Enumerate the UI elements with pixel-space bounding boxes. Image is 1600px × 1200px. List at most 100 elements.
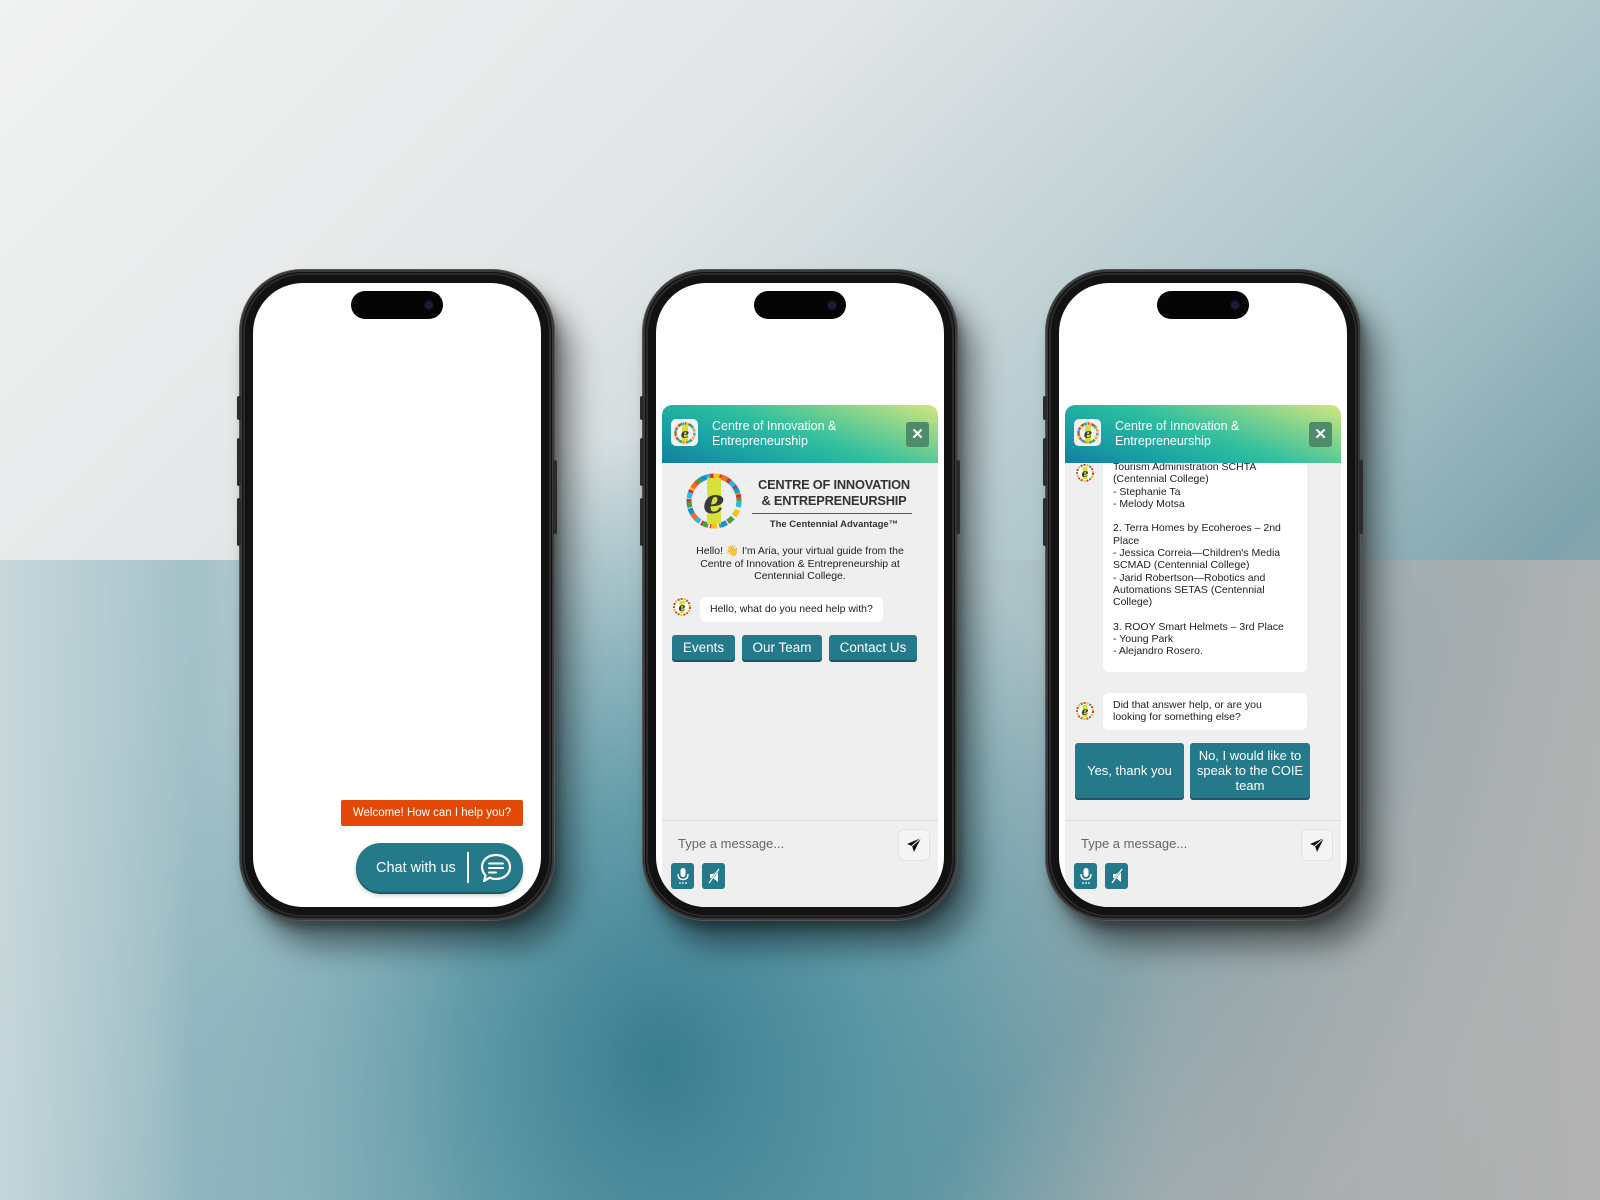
volume-up-button xyxy=(237,438,241,486)
action-button xyxy=(640,396,644,420)
phone-screen: Welcome! How can I help you? Chat with u… xyxy=(253,283,541,907)
quick-replies: Yes, thank you No, I would like to speak… xyxy=(1075,743,1310,798)
welcome-banner[interactable]: Welcome! How can I help you? xyxy=(341,800,523,826)
answer-line xyxy=(1113,609,1297,621)
chat-body: e CENTRE OF INNOVATION & ENTREPRENEURSHI… xyxy=(662,463,938,821)
chat-bubble-icon xyxy=(480,853,511,882)
message-input[interactable] xyxy=(678,833,878,853)
bot-message-bubble: Hello, what do you need help with? xyxy=(700,597,883,622)
speaker-muted-icon xyxy=(1110,868,1123,884)
microphone-button[interactable] xyxy=(671,863,694,889)
answer-line: - Jarid Robertson—Robotics and xyxy=(1113,571,1266,584)
dynamic-island xyxy=(754,291,846,319)
svg-text:e: e xyxy=(703,482,725,522)
mute-button[interactable] xyxy=(702,863,725,889)
coie-logo-icon: e xyxy=(1074,419,1101,446)
answer-line: Automations SETAS (Centennial xyxy=(1113,583,1265,596)
volume-down-button xyxy=(1043,498,1047,546)
action-button xyxy=(237,396,241,420)
answer-line: Tourism Administration SCHTA xyxy=(1113,463,1257,473)
quick-reply-contact-us[interactable]: Contact Us xyxy=(829,635,917,660)
answer-text: Tourism Administration SCHTA (Centennial … xyxy=(1113,463,1297,658)
answer-line: 2. Terra Homes by Ecoheroes – 2nd xyxy=(1113,522,1281,535)
close-button[interactable]: ✕ xyxy=(1309,422,1332,447)
paper-plane-icon xyxy=(907,837,922,852)
brand-name: CENTRE OF INNOVATION & ENTREPRENEURSHIP xyxy=(758,477,910,508)
camera-icon xyxy=(425,301,433,309)
coie-logo-mark: e xyxy=(673,421,696,444)
brand-tagline: The Centennial Advantage™ xyxy=(769,519,899,530)
chat-header: e Centre of Innovation & Entrepreneurshi… xyxy=(1065,405,1341,463)
microphone-icon xyxy=(676,868,689,884)
chat-header: e Centre of Innovation & Entrepreneurshi… xyxy=(662,405,938,463)
answer-line: College) xyxy=(1113,596,1153,609)
chat-with-us-button[interactable]: Chat with us xyxy=(356,843,523,892)
answer-line: Place xyxy=(1113,534,1140,547)
quick-reply-our-team[interactable]: Our Team xyxy=(742,635,822,660)
answer-line: SCMAD (Centennial College) xyxy=(1113,559,1250,572)
microphone-button[interactable] xyxy=(1074,863,1097,889)
quick-reply-yes[interactable]: Yes, thank you xyxy=(1075,743,1184,798)
dynamic-island xyxy=(1157,291,1249,319)
power-button xyxy=(956,460,960,534)
svg-text:e: e xyxy=(1082,705,1089,718)
bot-avatar-icon: e xyxy=(1075,701,1095,721)
chat-composer xyxy=(662,820,938,907)
phone-answer-chat: e Centre of Innovation & Entrepreneurshi… xyxy=(1043,270,1363,920)
camera-icon xyxy=(828,301,836,309)
quick-replies: Events Our Team Contact Us xyxy=(672,635,917,660)
mute-button[interactable] xyxy=(1105,863,1128,889)
svg-text:e: e xyxy=(679,601,686,614)
bot-followup-row: e Did that answer help, or are you looki… xyxy=(1075,693,1331,730)
quick-reply-events[interactable]: Events xyxy=(672,635,735,660)
brand-divider xyxy=(752,513,912,514)
chat-title: Centre of Innovation & Entrepreneurship xyxy=(712,419,837,448)
answer-line: - Young Park xyxy=(1113,633,1174,646)
power-button xyxy=(553,460,557,534)
chat-composer xyxy=(1065,820,1341,907)
phone-welcome-chat: e Centre of Innovation & Entrepreneurshi… xyxy=(640,270,960,920)
close-button[interactable]: ✕ xyxy=(906,422,929,447)
answer-line: - Stephanie Ta xyxy=(1113,485,1181,498)
paper-plane-icon xyxy=(1310,837,1325,852)
chat-button-label: Chat with us xyxy=(376,859,456,876)
action-button xyxy=(1043,396,1047,420)
svg-text:e: e xyxy=(1082,467,1089,480)
phone-screen: e Centre of Innovation & Entrepreneurshi… xyxy=(656,283,944,907)
coie-logo-large: e xyxy=(686,473,742,529)
volume-down-button xyxy=(640,498,644,546)
volume-down-button xyxy=(237,498,241,546)
answer-line: (Centennial College) xyxy=(1113,473,1209,486)
microphone-icon xyxy=(1079,868,1092,884)
speaker-muted-icon xyxy=(707,868,720,884)
bot-avatar-icon: e xyxy=(1075,463,1095,483)
message-input[interactable] xyxy=(1081,833,1281,853)
divider xyxy=(466,852,469,883)
chat-widget: e Centre of Innovation & Entrepreneurshi… xyxy=(1065,405,1341,907)
chat-title: Centre of Innovation & Entrepreneurship xyxy=(1115,419,1240,448)
volume-up-button xyxy=(640,438,644,486)
dynamic-island xyxy=(351,291,443,319)
chat-body: e Tourism Administration SCHTA (Centennia… xyxy=(1065,463,1341,821)
answer-line xyxy=(1113,510,1297,522)
send-button[interactable] xyxy=(1301,829,1333,861)
answer-line: - Melody Motsa xyxy=(1113,497,1185,510)
answer-line: - Jessica Correia—Children's Media xyxy=(1113,547,1281,560)
camera-icon xyxy=(1231,301,1239,309)
intro-text: Hello! 👋 I'm Aria, your virtual guide fr… xyxy=(696,545,904,582)
bot-answer-row: e Tourism Administration SCHTA (Centennia… xyxy=(1075,463,1331,672)
volume-up-button xyxy=(1043,438,1047,486)
send-button[interactable] xyxy=(898,829,930,861)
coie-logo-mark: e xyxy=(1076,421,1099,444)
phone-launcher: Welcome! How can I help you? Chat with u… xyxy=(237,270,557,920)
chat-widget: e Centre of Innovation & Entrepreneurshi… xyxy=(662,405,938,907)
svg-text:e: e xyxy=(1083,427,1091,442)
quick-reply-speak-to-team[interactable]: No, I would like to speak to the COIE te… xyxy=(1190,743,1310,798)
answer-line: - Alejandro Rosero. xyxy=(1113,645,1203,658)
svg-text:e: e xyxy=(680,427,688,442)
bot-answer-bubble: Tourism Administration SCHTA (Centennial … xyxy=(1103,463,1307,672)
answer-line: 3. ROOY Smart Helmets – 3rd Place xyxy=(1113,620,1284,633)
bot-avatar-icon: e xyxy=(672,597,692,617)
power-button xyxy=(1359,460,1363,534)
coie-logo-icon: e xyxy=(671,419,698,446)
